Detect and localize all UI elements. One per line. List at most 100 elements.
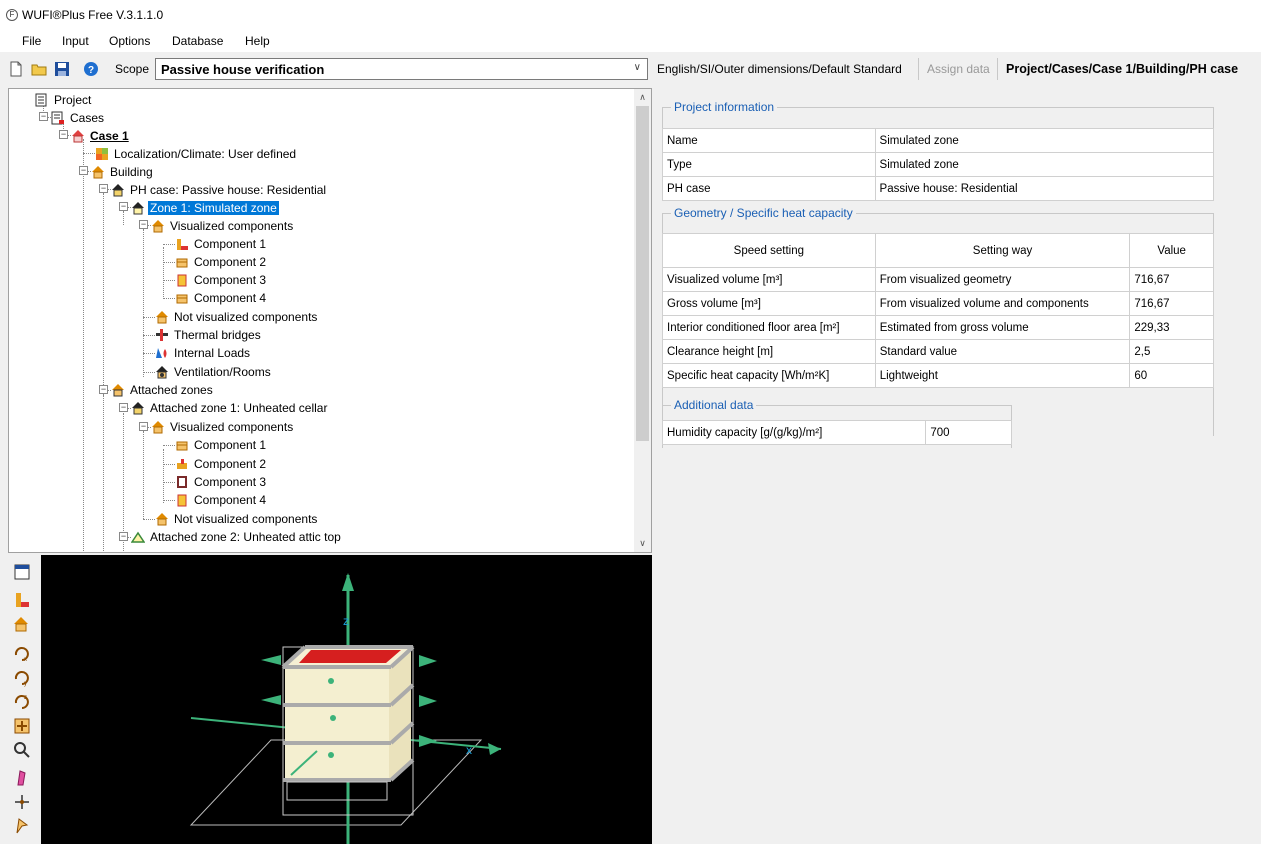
building-icon: [92, 166, 104, 179]
additional-data-table: Humidity capacity [g/(g/kg)/m²] 700: [661, 420, 1012, 445]
components-icon: [156, 513, 168, 526]
chevron-down-icon[interactable]: ∨: [634, 62, 641, 73]
component-icon: [177, 239, 188, 250]
menu-database[interactable]: Database: [172, 34, 223, 48]
scroll-down-icon[interactable]: ∨: [634, 535, 651, 552]
expander-ph-case[interactable]: −: [99, 184, 108, 193]
project-icon: [35, 93, 47, 107]
attached-zone-icon: [132, 402, 144, 415]
building-tool-icon[interactable]: [13, 615, 31, 633]
scroll-up-icon[interactable]: ∧: [634, 89, 651, 106]
table-row[interactable]: Specific heat capacity [Wh/m²K] Lightweig…: [662, 363, 1214, 388]
save-icon[interactable]: [54, 61, 70, 77]
component-icon: [176, 294, 188, 304]
table-row[interactable]: PH case Passive house: Residential: [662, 176, 1215, 201]
svg-text:x: x: [466, 743, 472, 757]
expander-attached-zone-1[interactable]: −: [119, 403, 128, 412]
zone-icon: [132, 202, 144, 215]
component-icon: [176, 441, 188, 451]
climate-icon: [96, 148, 108, 160]
ventilation-icon: [156, 366, 168, 379]
cases-icon: [51, 111, 64, 125]
attached-zones-icon: [112, 384, 124, 397]
components-icon: [156, 311, 168, 324]
expander-attached-visualized-components[interactable]: −: [139, 422, 148, 431]
component-icon: [176, 258, 188, 268]
table-row[interactable]: Interior conditioned floor area [m²] Esti…: [662, 315, 1214, 340]
expander-visualized-components[interactable]: −: [139, 220, 148, 229]
pencil-icon[interactable]: [13, 769, 31, 787]
units-label[interactable]: English/SI/Outer dimensions/Default Stan…: [657, 62, 902, 76]
svg-text:z: z: [24, 695, 27, 701]
table-row[interactable]: Clearance height [m] Standard value 2,5: [662, 339, 1214, 364]
thermal-bridge-icon: [156, 329, 168, 341]
menu-input[interactable]: Input: [62, 34, 89, 48]
expander-cases[interactable]: −: [39, 112, 48, 121]
window-title: WUFI®Plus Free V.3.1.1.0: [22, 8, 164, 22]
viewer-toolbar: x y z: [8, 555, 41, 844]
project-tree[interactable]: − − − − − − − − − − Project Cases Case 1…: [8, 88, 652, 553]
scroll-thumb[interactable]: [636, 106, 649, 441]
expander-building[interactable]: −: [79, 166, 88, 175]
properties-panel: Project information Name Simulated zone T…: [656, 88, 1261, 844]
toolbar-divider: [997, 58, 998, 80]
additional-data-legend: Additional data: [674, 398, 754, 412]
component-icon: [177, 459, 187, 469]
case-icon: [72, 130, 84, 143]
scope-select[interactable]: Passive house verification ∨: [155, 58, 648, 80]
component-icon: [177, 274, 187, 287]
pan-icon[interactable]: [13, 717, 31, 735]
svg-text:y: y: [24, 681, 27, 687]
component-icon: [177, 476, 187, 488]
expander-case-1[interactable]: −: [59, 130, 68, 139]
component-tool-icon[interactable]: [13, 591, 31, 609]
assign-data-button[interactable]: Assign data: [927, 62, 990, 76]
geometry-table: Speed setting Setting way Value Visualiz…: [662, 233, 1214, 388]
rotate-z-icon[interactable]: z: [13, 693, 31, 711]
toolbar: ? Scope Passive house verification ∨ Eng…: [0, 56, 1261, 82]
svg-text:z: z: [343, 614, 349, 628]
expander-attached-zone-2[interactable]: −: [119, 532, 128, 541]
rotate-x-icon[interactable]: x: [13, 645, 31, 663]
component-icon: [177, 494, 187, 507]
rotate-y-icon[interactable]: y: [13, 669, 31, 687]
attic-icon: [131, 531, 145, 543]
project-information-table: Name Simulated zone Type Simulated zone PH…: [662, 128, 1215, 201]
axis-icon[interactable]: [13, 793, 31, 811]
scope-label: Scope: [115, 62, 150, 76]
title-bar: F WUFI®Plus Free V.3.1.1.0: [0, 0, 1261, 30]
menu-help[interactable]: Help: [245, 34, 270, 48]
table-row[interactable]: Humidity capacity [g/(g/kg)/m²] 700: [661, 420, 1012, 445]
geometry-legend: Geometry / Specific heat capacity: [674, 206, 853, 220]
table-header-row: Speed setting Setting way Value: [662, 233, 1214, 268]
open-folder-icon[interactable]: [31, 61, 47, 77]
components-icon: [152, 220, 164, 233]
table-row[interactable]: Gross volume [m³] From visualized volume …: [662, 291, 1214, 316]
help-icon[interactable]: ?: [83, 61, 99, 77]
new-file-icon[interactable]: [8, 61, 24, 77]
select-icon[interactable]: [13, 817, 31, 835]
table-row[interactable]: Name Simulated zone: [662, 128, 1215, 153]
scope-value: Passive house verification: [161, 62, 325, 77]
table-row[interactable]: Visualized volume [m³] From visualized ge…: [662, 267, 1214, 292]
menu-options[interactable]: Options: [109, 34, 150, 48]
expander-zone-1[interactable]: −: [119, 202, 128, 211]
internal-loads-icon: [156, 348, 167, 358]
tree-scrollbar[interactable]: ∧ ∨: [634, 89, 651, 552]
ph-case-icon: [112, 184, 124, 197]
menu-bar: File Input Options Database Help: [0, 30, 1261, 52]
3d-viewer[interactable]: x z: [41, 555, 652, 844]
project-information-legend: Project information: [674, 100, 775, 114]
building-3d-model[interactable]: x z: [41, 555, 652, 844]
components-icon: [152, 421, 164, 434]
zoom-icon[interactable]: [13, 741, 31, 759]
svg-text:x: x: [24, 657, 27, 663]
toolbar-divider: [918, 58, 919, 80]
app-icon: F: [6, 9, 18, 21]
table-row[interactable]: Type Simulated zone: [662, 152, 1215, 177]
breadcrumb: Project/Cases/Case 1/Building/PH case: [1006, 62, 1239, 76]
menu-file[interactable]: File: [22, 34, 41, 48]
window-icon[interactable]: [13, 563, 31, 581]
expander-attached-zones[interactable]: −: [99, 385, 108, 394]
svg-text:?: ?: [88, 65, 94, 76]
